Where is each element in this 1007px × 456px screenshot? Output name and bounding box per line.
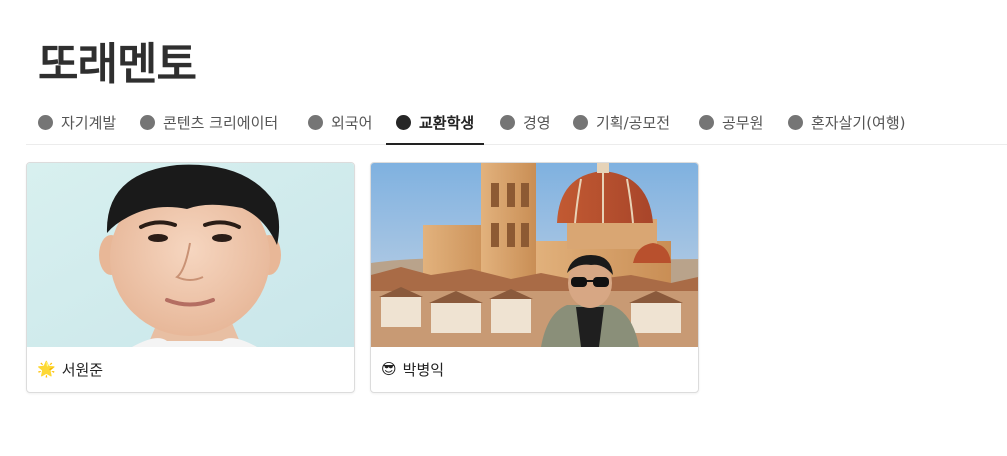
tab-dot-icon [140, 114, 155, 130]
mentor-caption: 😎 박병익 [371, 347, 698, 392]
tab-label: 외국어 [331, 113, 373, 132]
tab-dot-icon [500, 114, 515, 130]
tab-dot-icon [573, 114, 588, 130]
tab-foreign-language[interactable]: 외국어 [308, 100, 372, 144]
tab-dot-icon [788, 114, 803, 130]
tab-business[interactable]: 경영 [500, 100, 551, 144]
mentor-name: 서원준 [61, 361, 104, 379]
mentor-name: 박병익 [402, 361, 445, 379]
mentor-caption: 🌟 서원준 [27, 347, 354, 392]
site-title: 또래멘토 [38, 39, 197, 90]
mentor-card[interactable]: 😎 박병익 [370, 162, 699, 393]
tab-self-development[interactable]: 자기계발 [38, 100, 116, 144]
tab-label: 공무원 [722, 113, 764, 132]
page: 또래멘토 자기계발 콘텐츠 크리에이터 외국어 교환학생 경영 기획/공모전 공 [0, 0, 1007, 456]
star-emoji-icon: 🌟 [37, 360, 56, 378]
tab-civil-servant[interactable]: 공무원 [699, 100, 763, 144]
tab-content-creator[interactable]: 콘텐츠 크리에이터 [140, 100, 278, 144]
mentor-photo [371, 163, 698, 347]
mentor-photo [27, 163, 354, 347]
tab-label: 경영 [523, 113, 551, 132]
tab-dot-icon [396, 114, 411, 130]
mentor-card[interactable]: 🌟 서원준 [26, 162, 355, 393]
tab-living-alone-travel[interactable]: 혼자살기(여행) [788, 100, 906, 144]
tab-label: 교환학생 [419, 113, 475, 132]
tab-planning-contest[interactable]: 기획/공모전 [573, 100, 670, 144]
tab-exchange-student[interactable]: 교환학생 [385, 100, 485, 145]
tab-label: 자기계발 [61, 113, 117, 132]
tab-label: 콘텐츠 크리에이터 [163, 113, 279, 132]
tab-label: 혼자살기(여행) [811, 113, 906, 132]
tab-dot-icon [38, 114, 53, 130]
tab-dot-icon [699, 114, 714, 130]
category-tabs: 자기계발 콘텐츠 크리에이터 외국어 교환학생 경영 기획/공모전 공무원 혼자… [26, 100, 1007, 145]
tab-label: 기획/공모전 [596, 113, 671, 132]
sunglasses-emoji-icon: 😎 [381, 360, 397, 378]
tab-dot-icon [308, 114, 323, 130]
